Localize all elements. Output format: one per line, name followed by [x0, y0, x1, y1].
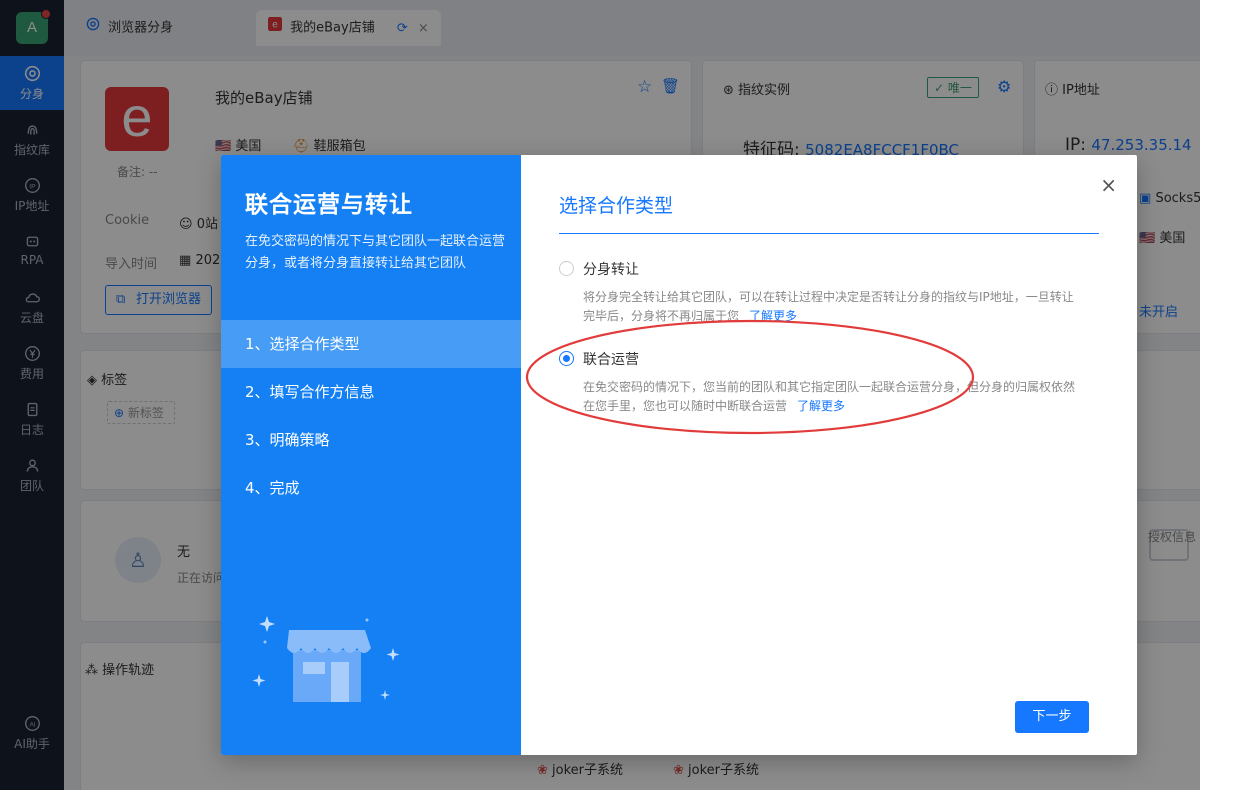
- modal-steps-panel: 联合运营与转让 在免交密码的情况下与其它团队一起联合运营分身，或者将分身直接转让…: [221, 155, 521, 755]
- section-title: 选择合作类型: [559, 195, 674, 217]
- step-strategy[interactable]: 3、明确策略: [221, 416, 521, 464]
- step-select-type[interactable]: 1、选择合作类型: [221, 320, 521, 368]
- radio-joint-operation[interactable]: [559, 351, 574, 366]
- learn-more-link[interactable]: 了解更多: [797, 399, 845, 413]
- step-complete[interactable]: 4、完成: [221, 464, 521, 512]
- cooperation-modal: 联合运营与转让 在免交密码的情况下与其它团队一起联合运营分身，或者将分身直接转让…: [221, 155, 1137, 755]
- modal-description: 在免交密码的情况下与其它团队一起联合运营分身，或者将分身直接转让给其它团队: [245, 234, 506, 271]
- modal-content: × 选择合作类型 分身转让 将分身完全转让给其它团队，可以在转让过程中决定是否转…: [521, 155, 1137, 755]
- close-icon[interactable]: ×: [1100, 173, 1117, 197]
- learn-more-link[interactable]: 了解更多: [749, 309, 797, 323]
- option-joint-label[interactable]: 联合运营: [583, 349, 639, 369]
- screenshot-edge: [1200, 0, 1242, 805]
- app-window: A 分身 指纹库 IP IP地址 RPA 云盘 费用 日志 团队 AI AI助手…: [0, 0, 1200, 790]
- step-partner-info[interactable]: 2、填写合作方信息: [221, 368, 521, 416]
- option-transfer-label[interactable]: 分身转让: [583, 259, 639, 279]
- next-step-button[interactable]: 下一步: [1015, 701, 1089, 733]
- section-divider: [559, 233, 1099, 234]
- option-transfer-desc: 将分身完全转让给其它团队，可以在转让过程中决定是否转让分身的指纹与IP地址，一旦…: [583, 288, 1083, 326]
- option-transfer-desc-text: 将分身完全转让给其它团队，可以在转让过程中决定是否转让分身的指纹与IP地址，一旦…: [583, 290, 1074, 323]
- radio-transfer[interactable]: [559, 261, 574, 276]
- option-joint-desc: 在免交密码的情况下，您当前的团队和其它指定团队一起联合运营分身，但分身的归属权依…: [583, 378, 1083, 416]
- modal-title: 联合运营与转让: [245, 192, 413, 218]
- store-illustration-icon: [252, 616, 400, 702]
- screenshot-edge-bottom: [0, 790, 1242, 805]
